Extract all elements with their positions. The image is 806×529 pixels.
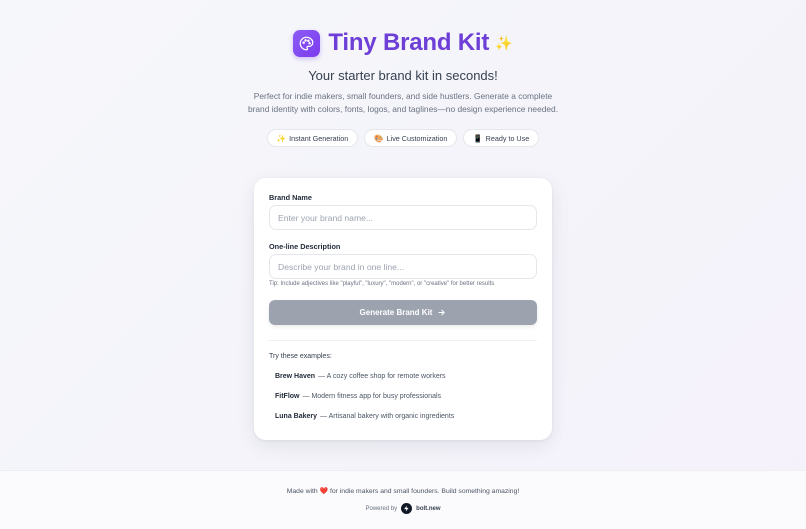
powered-by[interactable]: Powered by bolt.new: [0, 503, 806, 514]
powered-by-label: Powered by: [365, 505, 398, 512]
heart-icon: ❤️: [319, 488, 329, 495]
feature-pill-label: Live Customization: [386, 133, 448, 143]
feature-pill-ready: 📱 Ready to Use: [463, 129, 540, 147]
example-name: Brew Haven: [275, 372, 316, 380]
footer: Made with ❤️ for indie makers and small …: [0, 470, 806, 529]
bolt-icon: [401, 503, 413, 514]
palette-icon: [293, 29, 321, 57]
input-tip: Tip: Include adjectives like "playful", …: [269, 281, 495, 287]
example-desc: — Modern fitness app for busy profession…: [302, 392, 442, 400]
example-fitflow[interactable]: FitFlow — Modern fitness app for busy pr…: [269, 388, 537, 404]
example-name: Luna Bakery: [275, 412, 318, 420]
example-name: FitFlow: [275, 392, 300, 400]
footer-tagline: Made with ❤️ for indie makers and small …: [0, 487, 806, 495]
palette-icon: 🎨: [374, 133, 384, 143]
example-desc: — A cozy coffee shop for remote workers: [318, 372, 446, 380]
powered-by-name: bolt.new: [416, 505, 441, 512]
description-input[interactable]: [269, 254, 537, 279]
feature-pills: ✨ Instant Generation 🎨 Live Customizatio…: [0, 129, 806, 147]
brand-form-card: Brand Name One-line Description Tip: Inc…: [254, 178, 552, 440]
footer-suffix: for indie makers and small founders. Bui…: [329, 488, 520, 495]
arrow-right-icon: [438, 309, 446, 316]
example-brew-haven[interactable]: Brew Haven — A cozy coffee shop for remo…: [269, 368, 537, 384]
footer-prefix: Made with: [286, 488, 318, 495]
sparkle-icon: ✨: [276, 133, 287, 143]
page-description: Perfect for indie makers, small founders…: [247, 91, 559, 114]
divider: [269, 340, 537, 341]
generate-brand-kit-button[interactable]: Generate Brand Kit: [269, 300, 537, 325]
sparkle-icon: ✨: [495, 34, 513, 51]
app-title: Tiny Brand Kit: [328, 29, 490, 56]
description-label: One-line Description: [269, 242, 341, 251]
generate-button-label: Generate Brand Kit: [359, 308, 433, 317]
feature-pill-label: Instant Generation: [289, 133, 349, 143]
example-desc: — Artisanal bakery with organic ingredie…: [320, 412, 455, 420]
feature-pill-label: Ready to Use: [485, 133, 530, 143]
examples-title: Try these examples:: [269, 353, 332, 360]
feature-pill-instant: ✨ Instant Generation: [266, 129, 359, 147]
example-luna-bakery[interactable]: Luna Bakery — Artisanal bakery with orga…: [269, 408, 537, 424]
page-subtitle: Your starter brand kit in seconds!: [308, 68, 498, 83]
brand-name-label: Brand Name: [269, 193, 312, 202]
phone-icon: 📱: [473, 133, 483, 143]
feature-pill-customization: 🎨 Live Customization: [364, 129, 458, 147]
title-row: Tiny Brand Kit ✨: [0, 29, 806, 57]
brand-name-input[interactable]: [269, 205, 537, 230]
